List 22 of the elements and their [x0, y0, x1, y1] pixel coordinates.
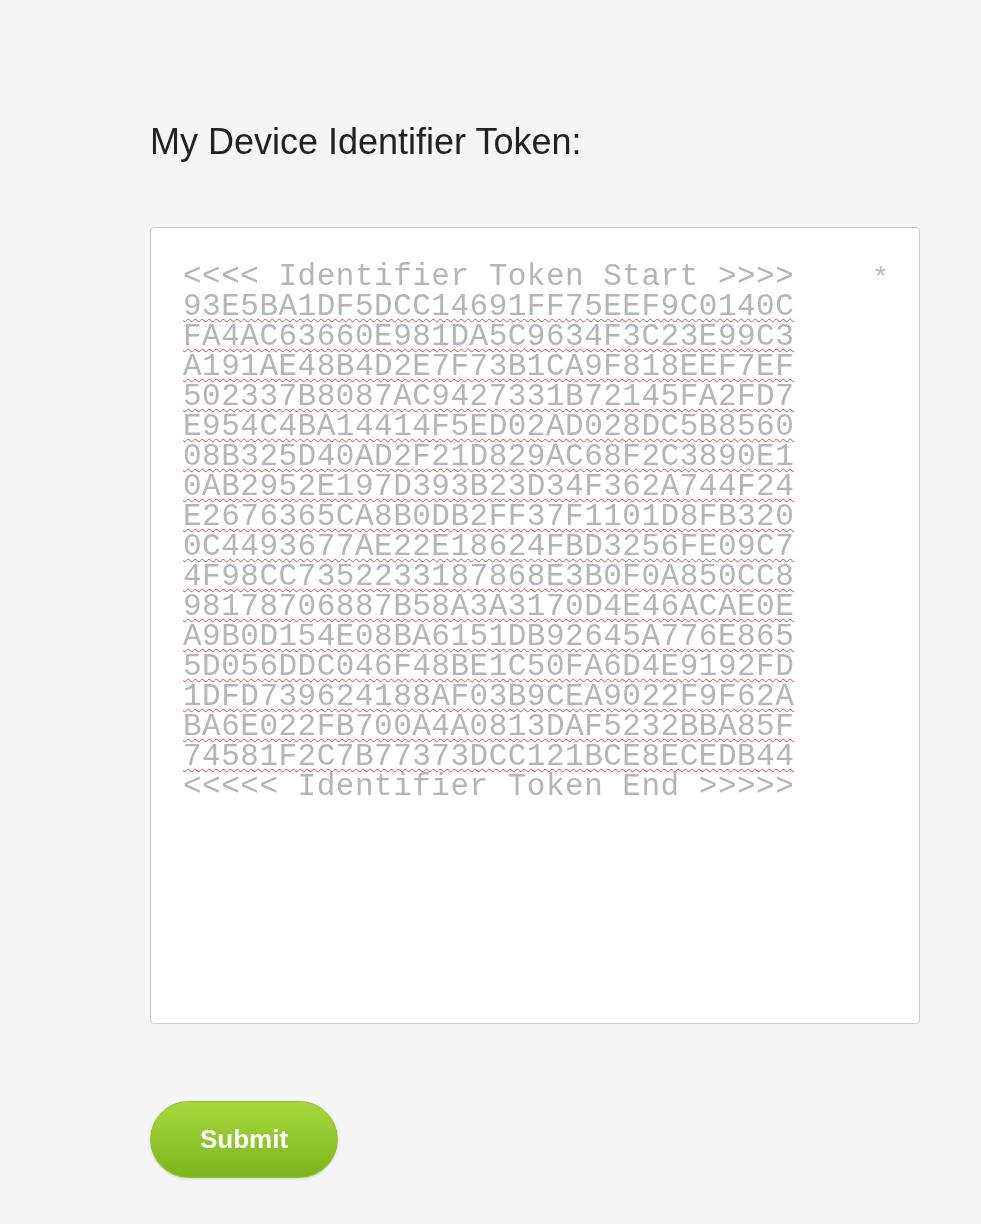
- token-line: 98178706887B58A3A3170D4E46ACAE0E: [183, 592, 795, 622]
- token-text-area[interactable]: [150, 227, 920, 1024]
- token-line: <<<< Identifier Token Start >>>>: [183, 262, 795, 292]
- token-line: 08B325D40AD2F21D829AC68F2C3890E1: [183, 442, 795, 472]
- token-line: 5D056DDC046F48BE1C50FA6D4E9192FD: [183, 652, 795, 682]
- token-line: E954C4BA14414F5ED02AD028DC5B8560: [183, 412, 795, 442]
- token-line: E2676365CA8B0DB2FF37F1101D8FB320: [183, 502, 795, 532]
- token-line: 93E5BA1DF5DCC14691FF75EEF9C0140C: [183, 292, 795, 322]
- token-line: <<<<< Identifier Token End >>>>>: [183, 772, 795, 802]
- token-line: 0C4493677AE22E18624FBD3256FE09C7: [183, 532, 795, 562]
- token-line: 0AB2952E197D393B23D34F362A744F24: [183, 472, 795, 502]
- token-line: FA4AC63660E981DA5C9634F3C23E99C3: [183, 322, 795, 352]
- token-line: 74581F2C7B77373DCC121BCE8ECEDB44: [183, 742, 795, 772]
- form-heading: My Device Identifier Token:: [150, 120, 582, 164]
- token-line: 502337B8087AC9427331B72145FA2FD7: [183, 382, 795, 412]
- token-line: 1DFD739624188AF03B9CEA9022F9F62A: [183, 682, 795, 712]
- submit-button[interactable]: Submit: [150, 1101, 338, 1178]
- token-line: A9B0D154E08BA6151DB92645A776E865: [183, 622, 795, 652]
- token-line: BA6E022FB700A4A0813DAF5232BBA85F: [183, 712, 795, 742]
- required-marker: *: [872, 264, 889, 294]
- token-line: A191AE48B4D2E7F73B1CA9F818EEF7EF: [183, 352, 795, 382]
- token-line: 4F98CC7352233187868E3B0F0A850CC8: [183, 562, 795, 592]
